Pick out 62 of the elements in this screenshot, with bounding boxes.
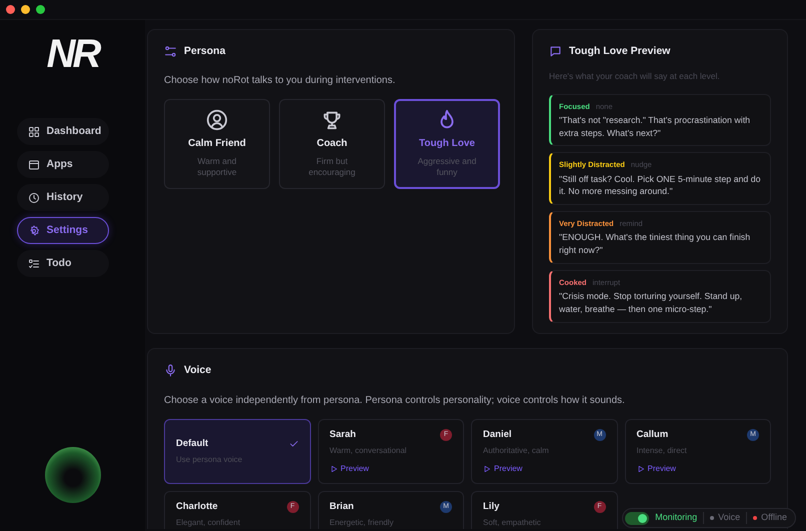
- person-circle-icon: [206, 109, 228, 132]
- close-button[interactable]: [6, 5, 15, 14]
- sidebar-item[interactable]: Settings: [16, 217, 108, 244]
- preview-link[interactable]: Preview: [330, 463, 369, 475]
- voice-detail: Warm, conversational: [330, 445, 408, 457]
- voice-detail: Soft, empathetic: [483, 517, 542, 529]
- subtitle: Here's what your coach will say at each level.: [549, 70, 721, 82]
- coach-quote: "Crisis mode. Stop torturing yourself. Stand up, water, breathe — then one micro-step.": [559, 290, 744, 316]
- check-icon: [288, 438, 298, 449]
- option-detail: Aggressive and funny: [416, 156, 478, 178]
- monitoring-label: Monitoring: [655, 511, 698, 524]
- sidebar-item[interactable]: Apps: [16, 151, 108, 178]
- coach-quote: "That's not "research." That's procrastination with extra steps. What's next?": [559, 114, 752, 140]
- option-name: Tough Love: [419, 137, 475, 152]
- voice-detail: Energetic, friendly: [330, 517, 395, 529]
- logo: NR: [46, 34, 98, 74]
- voice-name: Sarah: [330, 428, 356, 442]
- checklist-icon: [28, 258, 40, 270]
- voice-name: Default: [176, 436, 208, 451]
- coach-quote: "ENOUGH. What's the tiniest thing you can finish right now?": [559, 231, 752, 257]
- voice-name: Charlotte: [176, 500, 218, 514]
- option-detail: Firm but encouraging: [308, 156, 356, 178]
- settings-icon: [28, 224, 40, 236]
- voice-detail: Elegant, confident: [176, 517, 242, 529]
- window-icon: [28, 158, 40, 170]
- microphone-icon: [164, 364, 177, 378]
- persona-option[interactable]: Calm Friend Warm and supportive: [164, 98, 270, 189]
- preview-link[interactable]: Preview: [483, 463, 522, 475]
- option-name: Calm Friend: [188, 137, 246, 152]
- option-name: Coach: [316, 137, 348, 152]
- section-title: Voice: [184, 363, 212, 378]
- option-detail: Warm and supportive: [196, 156, 238, 178]
- trophy-icon: [321, 109, 343, 132]
- section-title: Persona: [184, 44, 226, 59]
- voice-name: Brian: [330, 500, 354, 514]
- status-label: Voice: [718, 511, 740, 524]
- status-label: Offline: [761, 511, 787, 524]
- grid-icon: [28, 126, 40, 138]
- voice-name: Lily: [483, 500, 500, 514]
- chat-bubble-icon: [549, 45, 562, 58]
- sliders-icon: [164, 45, 177, 58]
- minimize-button[interactable]: [21, 5, 30, 14]
- sidebar-item[interactable]: Dashboard: [16, 118, 108, 145]
- description: Choose how noRot talks to you during interventions.: [164, 74, 396, 88]
- description: Choose a voice independently from persona. Persona controls personality; voice controls how it sounds.: [164, 394, 626, 408]
- sidebar-item[interactable]: Todo: [16, 250, 108, 277]
- play-icon: [483, 465, 491, 473]
- clock-icon: [28, 192, 40, 204]
- play-icon: [636, 465, 644, 473]
- preview-link[interactable]: Preview: [636, 463, 676, 475]
- maximize-button[interactable]: [36, 5, 45, 14]
- voice-detail: Intense, direct: [636, 445, 688, 457]
- coach-quote: "Still off task? Cool. Pick ONE 5-minute step and do it. No more messing around.": [559, 172, 761, 198]
- section-title: Tough Love Preview: [569, 44, 670, 59]
- voice-name: Callum: [636, 428, 668, 442]
- monitoring-toggle[interactable]: [625, 512, 650, 524]
- sidebar-item[interactable]: History: [16, 184, 108, 211]
- persona-option[interactable]: Tough Love Aggressive and funny: [394, 98, 500, 189]
- play-icon: [330, 465, 338, 473]
- persona-option[interactable]: Coach Firm but encouraging: [279, 98, 385, 189]
- voice-detail: Authoritative, calm: [483, 445, 550, 457]
- voice-name: Daniel: [483, 428, 512, 442]
